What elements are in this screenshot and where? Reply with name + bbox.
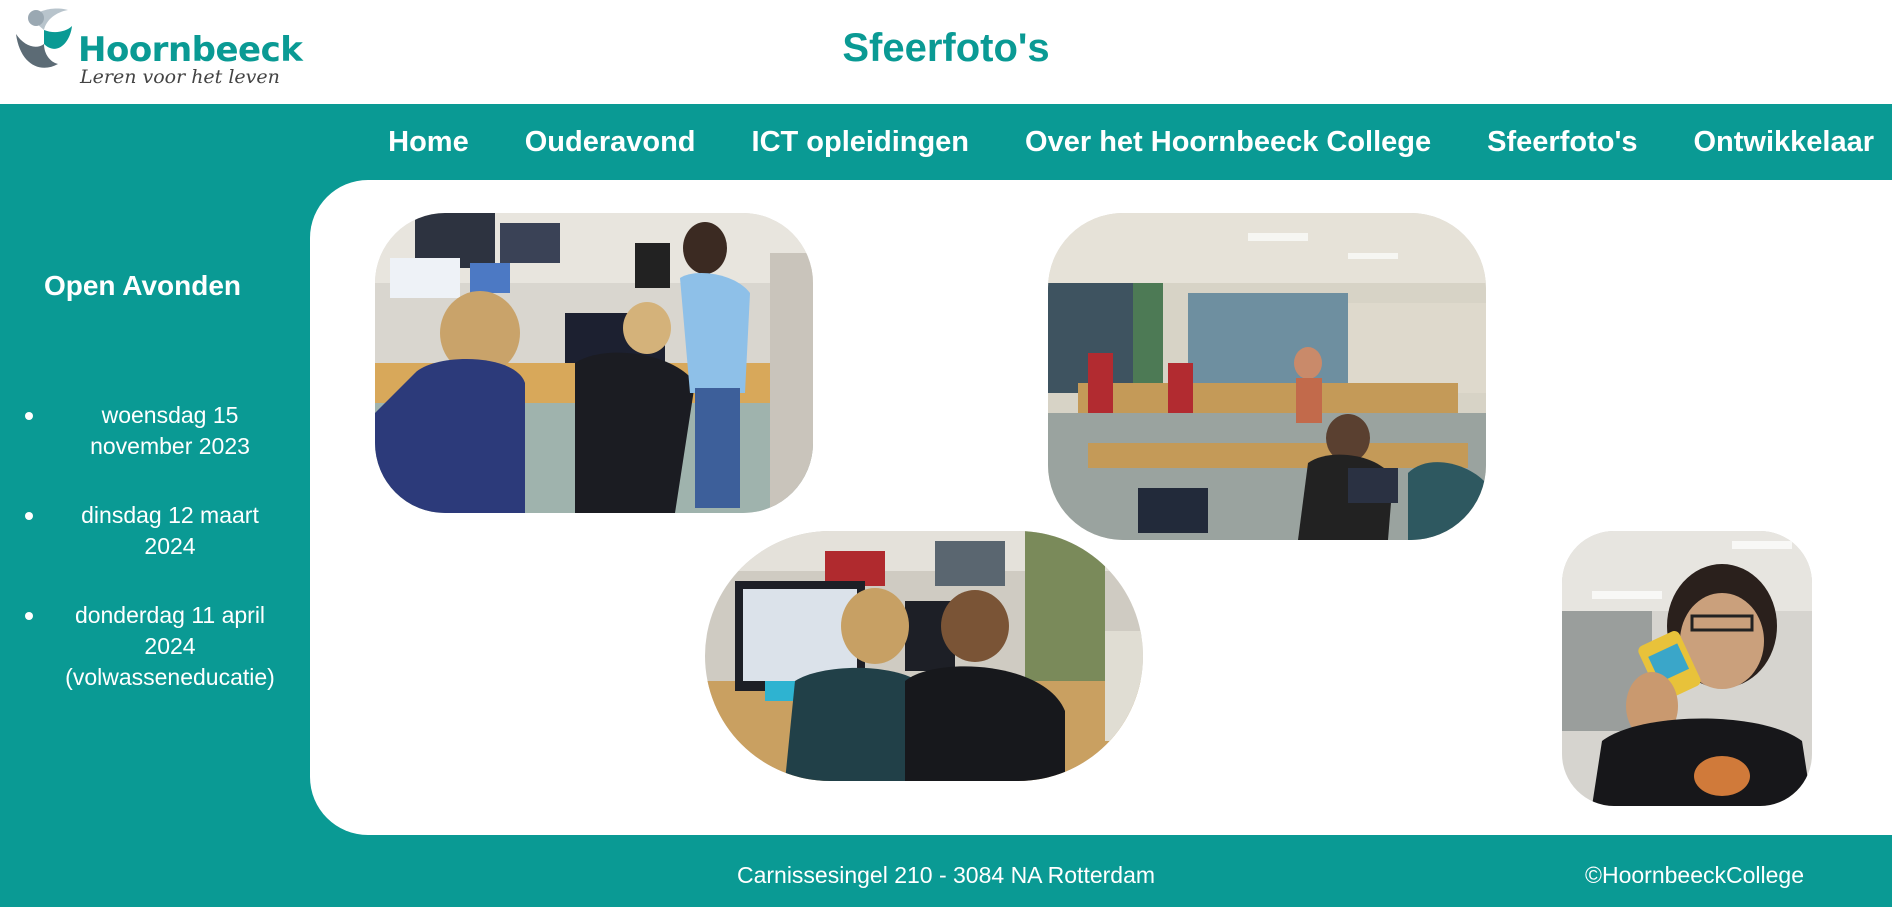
list-item: donderdag 11 april 2024 (volwasseneducat… xyxy=(20,600,290,693)
nav-sfeerfotos[interactable]: Sfeerfoto's xyxy=(1487,126,1637,159)
footer-copyright[interactable]: ©HoornbeeckCollege xyxy=(1585,862,1804,889)
gallery-photo-classroom[interactable] xyxy=(1048,213,1486,540)
list-item: woensdag 15 november 2023 xyxy=(20,400,290,462)
list-item-text: donderdag 11 april 2024 (volwasseneducat… xyxy=(65,602,275,690)
nav-ouderavond[interactable]: Ouderavond xyxy=(525,126,696,159)
bullet-icon xyxy=(25,612,33,620)
nav-ontwikkelaar[interactable]: Ontwikkelaar xyxy=(1693,126,1874,159)
list-item-text: woensdag 15 november 2023 xyxy=(90,402,250,459)
sidebar: Open Avonden woensdag 15 november 2023 d… xyxy=(0,180,310,835)
list-item: dinsdag 12 maart 2024 xyxy=(20,500,290,562)
main-nav: Home Ouderavond ICT opleidingen Over het… xyxy=(0,104,1892,180)
page-title: Sfeerfoto's xyxy=(842,26,1050,70)
nav-over-hoornbeeck[interactable]: Over het Hoornbeeck College xyxy=(1025,126,1431,159)
nav-ict-opleidingen[interactable]: ICT opleidingen xyxy=(752,126,970,159)
nav-home[interactable]: Home xyxy=(388,126,469,159)
open-avonden-list: woensdag 15 november 2023 dinsdag 12 maa… xyxy=(20,400,290,731)
sidebar-title: Open Avonden xyxy=(43,270,242,301)
gallery-photo-students-helping[interactable] xyxy=(375,213,813,513)
bullet-icon xyxy=(25,512,33,520)
site-header: Hoornbeeck Leren voor het leven Sfeerfot… xyxy=(0,0,1892,104)
gallery-photo-two-students[interactable] xyxy=(705,531,1143,781)
bullet-icon xyxy=(25,412,33,420)
list-item-text: dinsdag 12 maart 2024 xyxy=(81,502,259,559)
gallery-photo-student-drinking[interactable] xyxy=(1562,531,1812,806)
